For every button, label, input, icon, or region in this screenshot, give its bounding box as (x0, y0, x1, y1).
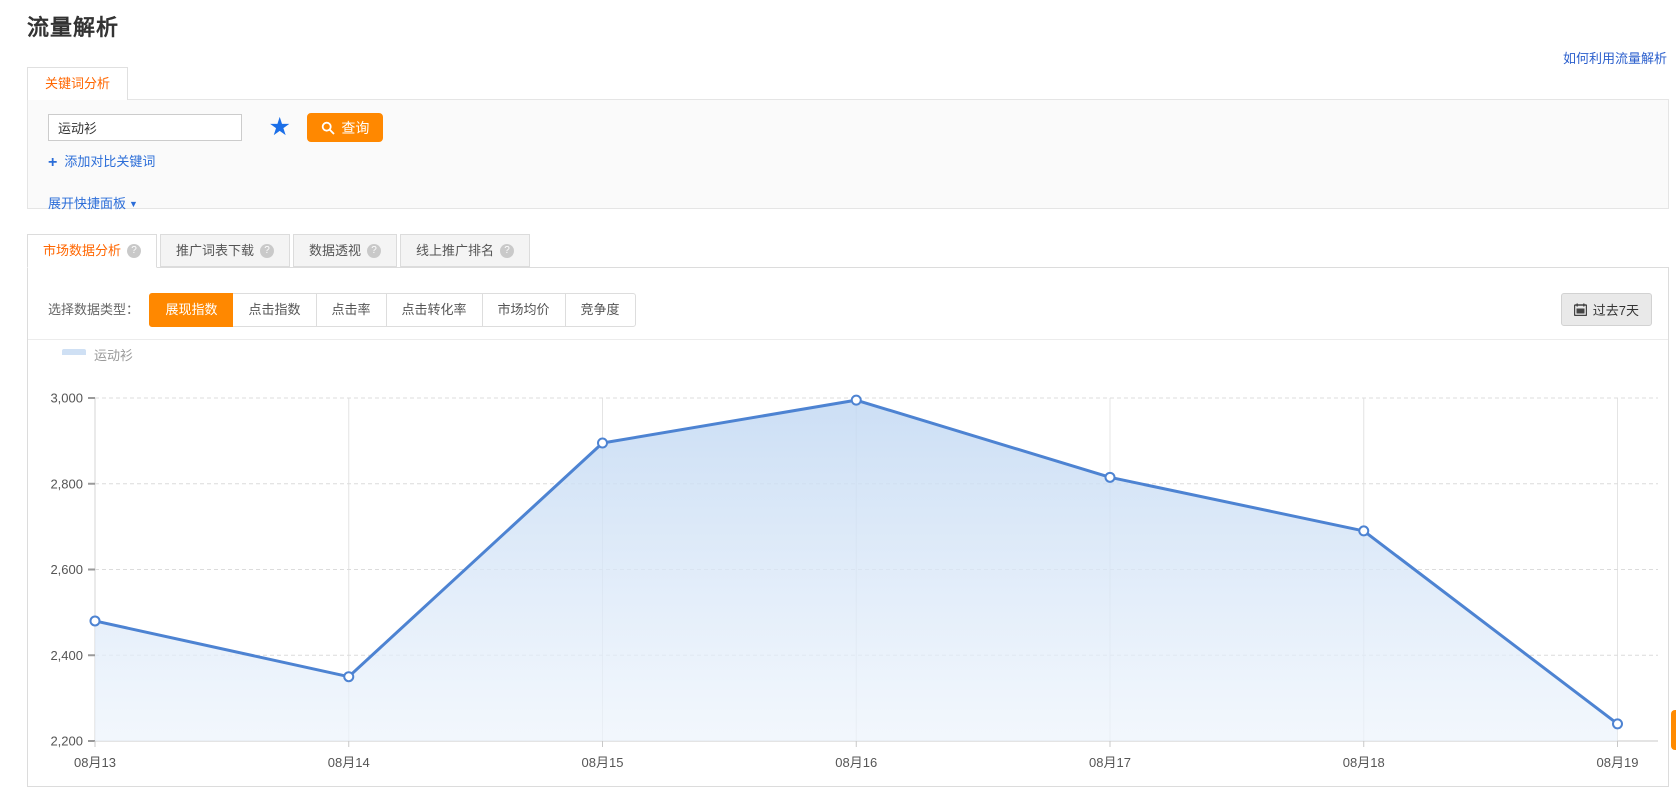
x-tick-label: 08月18 (1343, 755, 1385, 770)
search-icon (321, 121, 335, 135)
help-icon[interactable] (260, 244, 274, 258)
query-button[interactable]: 查询 (307, 113, 383, 142)
help-icon[interactable] (127, 244, 141, 258)
query-button-label: 查询 (341, 118, 369, 138)
date-range-button[interactable]: 过去7天 (1561, 293, 1652, 326)
x-tick-label: 08月17 (1089, 755, 1131, 770)
x-tick-label: 08月15 (582, 755, 624, 770)
help-icon[interactable] (367, 244, 381, 258)
data-type-ctr[interactable]: 点击率 (316, 293, 387, 327)
tab-promo-wordlist-download[interactable]: 推广词表下载 (160, 234, 290, 267)
tab-label: 线上推广排名 (416, 235, 494, 267)
keyword-panel: 查询 添加对比关键词 展开快捷面板 (27, 99, 1669, 209)
x-tick-label: 08月13 (74, 755, 116, 770)
tab-market-data-analysis[interactable]: 市场数据分析 (27, 234, 157, 268)
add-compare-keyword-link[interactable]: 添加对比关键词 (48, 151, 155, 172)
keyword-search-row: 查询 (48, 113, 1668, 142)
tab-label: 数据透视 (309, 235, 361, 267)
page-title: 流量解析 (27, 10, 1676, 42)
data-type-click-conversion[interactable]: 点击转化率 (386, 293, 483, 327)
data-type-label: 选择数据类型： (48, 293, 139, 327)
data-point[interactable] (852, 396, 861, 405)
data-type-market-avg-price[interactable]: 市场均价 (482, 293, 566, 327)
legend-swatch-icon[interactable] (62, 349, 86, 361)
data-type-button-group: 展现指数 点击指数 点击率 点击转化率 市场均价 竞争度 (149, 293, 635, 327)
tab-online-promo-ranking[interactable]: 线上推广排名 (400, 234, 530, 267)
calendar-icon (1574, 303, 1587, 316)
keyword-input[interactable] (48, 114, 242, 141)
keyword-tab-row: 关键词分析 (27, 67, 1676, 100)
chart-controls: 选择数据类型： 展现指数 点击指数 点击率 点击转化率 市场均价 竞争度 过去7… (28, 268, 1668, 328)
data-point[interactable] (598, 439, 607, 448)
trend-chart[interactable]: 2,200 2,400 2,600 2,800 3,000 08月13 08月14 08月15… (28, 362, 1668, 791)
tab-label: 推广词表下载 (176, 235, 254, 267)
favorite-star-icon[interactable] (268, 113, 290, 141)
data-point[interactable] (1359, 526, 1368, 535)
tab-keyword-analysis[interactable]: 关键词分析 (27, 67, 128, 100)
how-to-use-link[interactable]: 如何利用流量解析 (1563, 48, 1667, 67)
data-type-impression-index[interactable]: 展现指数 (149, 293, 233, 327)
data-point[interactable] (1106, 473, 1115, 482)
help-icon[interactable] (500, 244, 514, 258)
date-range-label: 过去7天 (1593, 300, 1639, 319)
floating-side-widget[interactable] (1671, 710, 1676, 750)
x-tick-label: 08月14 (328, 755, 370, 770)
chart-legend: 运动衫 (28, 340, 1668, 360)
data-point[interactable] (1613, 719, 1622, 728)
market-analysis-panel: 选择数据类型： 展现指数 点击指数 点击率 点击转化率 市场均价 竞争度 过去7… (27, 267, 1669, 787)
tab-label: 市场数据分析 (43, 235, 121, 267)
x-tick-label: 08月16 (835, 755, 877, 770)
analysis-tab-bar: 市场数据分析 推广词表下载 数据透视 线上推广排名 (27, 234, 1676, 267)
series-area (95, 400, 1618, 741)
y-tick-label: 3,000 (50, 391, 83, 406)
trend-chart-svg: 2,200 2,400 2,600 2,800 3,000 08月13 08月14 08月15… (28, 362, 1668, 786)
x-tick-label: 08月19 (1597, 755, 1639, 770)
data-type-competition[interactable]: 竞争度 (565, 293, 636, 327)
data-point[interactable] (91, 616, 100, 625)
y-tick-label: 2,400 (50, 648, 83, 663)
data-type-click-index[interactable]: 点击指数 (232, 293, 316, 327)
y-tick-label: 2,800 (50, 476, 83, 491)
tab-data-pivot[interactable]: 数据透视 (293, 234, 397, 267)
y-tick-label: 2,200 (50, 734, 83, 749)
expand-quick-panel-link[interactable]: 展开快捷面板 (48, 193, 138, 212)
data-point[interactable] (344, 672, 353, 681)
y-tick-label: 2,600 (50, 562, 83, 577)
